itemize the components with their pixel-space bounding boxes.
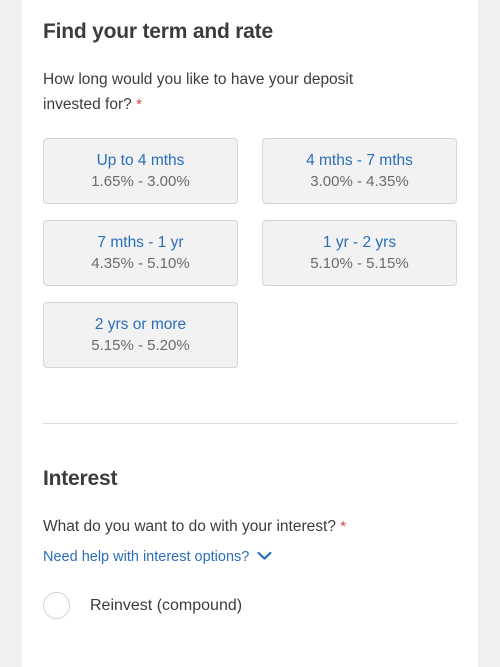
term-option-label: Up to 4 mths — [96, 151, 185, 169]
term-option-card[interactable]: 4 mths - 7 mths 3.00% - 4.35% — [262, 138, 457, 204]
term-options-grid: Up to 4 mths 1.65% - 3.00% 4 mths - 7 mt… — [43, 138, 457, 368]
page-background: Find your term and rate How long would y… — [0, 0, 500, 667]
chevron-down-icon — [257, 548, 272, 566]
term-option-rate: 5.15% - 5.20% — [91, 336, 190, 354]
term-option-card[interactable]: 2 yrs or more 5.15% - 5.20% — [43, 302, 238, 368]
interest-help-link-label: Need help with interest options? — [43, 549, 250, 565]
content-panel: Find your term and rate How long would y… — [22, 0, 478, 667]
page-title: Find your term and rate — [43, 20, 273, 43]
term-option-card[interactable]: 7 mths - 1 yr 4.35% - 5.10% — [43, 220, 238, 286]
term-question-label: How long would you like to have your dep… — [43, 44, 415, 117]
interest-question-label: What do you want to do with your interes… — [43, 491, 457, 539]
term-option-label: 2 yrs or more — [94, 315, 187, 333]
required-indicator: * — [340, 518, 347, 535]
interest-radio-row[interactable]: Reinvest (compound) — [43, 592, 457, 619]
term-option-rate: 4.35% - 5.10% — [91, 254, 190, 272]
term-option-label: 4 mths - 7 mths — [306, 151, 413, 169]
term-option-rate: 3.00% - 4.35% — [310, 172, 409, 190]
interest-question-text: What do you want to do with your interes… — [43, 518, 336, 535]
term-question-text: How long would you like to have your dep… — [43, 71, 354, 113]
term-option-card[interactable]: Up to 4 mths 1.65% - 3.00% — [43, 138, 238, 204]
radio-label-reinvest: Reinvest (compound) — [90, 596, 243, 614]
radio-button-reinvest[interactable] — [43, 592, 70, 619]
term-option-label: 1 yr - 2 yrs — [322, 233, 397, 251]
term-option-label: 7 mths - 1 yr — [97, 233, 184, 251]
term-option-rate: 5.10% - 5.15% — [310, 254, 409, 272]
term-option-rate: 1.65% - 3.00% — [91, 172, 190, 190]
interest-section-title: Interest — [43, 467, 118, 490]
interest-help-disclosure[interactable]: Need help with interest options? — [43, 548, 272, 566]
term-option-card[interactable]: 1 yr - 2 yrs 5.10% - 5.15% — [262, 220, 457, 286]
required-indicator: * — [136, 96, 142, 113]
